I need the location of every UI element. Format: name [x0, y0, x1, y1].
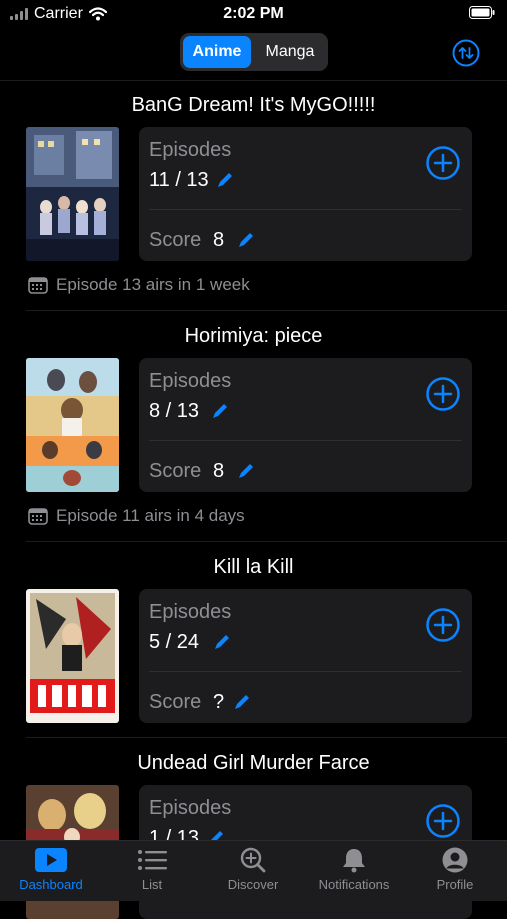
- panel-divider: [149, 209, 462, 210]
- tab-label: Dashboard: [19, 877, 83, 892]
- progress-panel: Episodes 5 / 24 Score ?: [139, 589, 472, 723]
- score-value: 8: [213, 229, 225, 251]
- header-divider: [0, 80, 507, 81]
- tab-label: Notifications: [318, 877, 390, 892]
- poster-image[interactable]: [26, 589, 119, 723]
- score-label: Score: [149, 229, 202, 251]
- bell-icon: [343, 849, 365, 873]
- episodes-value: 8 / 13: [149, 400, 200, 422]
- airing-info: Episode 13 airs in 1 week: [28, 275, 250, 295]
- edit-score-pencil-icon[interactable]: [233, 693, 251, 711]
- edit-episodes-pencil-icon[interactable]: [216, 171, 234, 189]
- status-bar: Carrier 2:02 PM: [0, 0, 507, 28]
- segment-manga[interactable]: Manga: [254, 36, 326, 68]
- entry-title[interactable]: Undead Girl Murder Farce: [0, 752, 507, 775]
- tab-bar: Dashboard List Discover Notifications Pr…: [0, 840, 507, 901]
- calendar-icon: [28, 508, 48, 525]
- entry-divider: [26, 737, 507, 738]
- entry-title[interactable]: BanG Dream! It's MyGO!!!!!: [0, 94, 507, 117]
- entry-divider: [26, 310, 507, 311]
- person-circle-icon: [442, 847, 468, 873]
- episodes-label: Episodes: [149, 370, 232, 392]
- edit-score-pencil-icon[interactable]: [237, 231, 255, 249]
- edit-score-pencil-icon[interactable]: [237, 462, 255, 480]
- edit-episodes-pencil-icon[interactable]: [213, 633, 231, 651]
- tab-notifications[interactable]: Notifications: [304, 847, 404, 892]
- edit-episodes-pencil-icon[interactable]: [211, 402, 229, 420]
- list-icon: [138, 850, 167, 870]
- tab-list[interactable]: List: [102, 847, 202, 892]
- airing-text: Episode 13 airs in 1 week: [56, 275, 250, 294]
- tab-dashboard[interactable]: Dashboard: [1, 847, 101, 892]
- episodes-label: Episodes: [149, 601, 232, 623]
- episodes-value: 5 / 24: [149, 631, 200, 653]
- airing-info: Episode 11 airs in 4 days: [28, 506, 245, 526]
- increment-episode-plus-icon[interactable]: [426, 377, 460, 411]
- episodes-label: Episodes: [149, 139, 232, 161]
- magnifier-plus-icon: [240, 847, 266, 873]
- tab-label: Profile: [436, 877, 474, 892]
- sort-icon[interactable]: [452, 39, 480, 67]
- segment-anime[interactable]: Anime: [183, 36, 251, 68]
- poster-image[interactable]: [26, 358, 119, 492]
- tab-profile[interactable]: Profile: [405, 847, 505, 892]
- progress-panel: Episodes 11 / 13 Score 8: [139, 127, 472, 261]
- progress-panel: Episodes 8 / 13 Score 8: [139, 358, 472, 492]
- airing-text: Episode 11 airs in 4 days: [56, 506, 245, 525]
- increment-episode-plus-icon[interactable]: [426, 146, 460, 180]
- entry-divider: [26, 541, 507, 542]
- media-type-segmented-control: Anime Manga: [180, 33, 328, 71]
- play-rectangle-icon: [35, 848, 67, 872]
- entry-title[interactable]: Horimiya: piece: [0, 325, 507, 348]
- clock: 2:02 PM: [223, 5, 284, 22]
- entry-title[interactable]: Kill la Kill: [0, 556, 507, 579]
- increment-episode-plus-icon[interactable]: [426, 608, 460, 642]
- calendar-icon: [28, 277, 48, 294]
- tab-discover[interactable]: Discover: [203, 847, 303, 892]
- panel-divider: [149, 440, 462, 441]
- tab-label: List: [141, 877, 163, 892]
- episodes-value: 11 / 13: [149, 169, 209, 191]
- battery-icon: [469, 6, 495, 24]
- poster-image[interactable]: [26, 127, 119, 261]
- panel-divider: [149, 671, 462, 672]
- score-label: Score: [149, 691, 202, 713]
- increment-episode-plus-icon[interactable]: [426, 804, 460, 838]
- episodes-label: Episodes: [149, 797, 232, 819]
- tab-label: Discover: [227, 877, 279, 892]
- score-value: 8: [213, 460, 225, 482]
- score-value: ?: [213, 691, 225, 713]
- score-label: Score: [149, 460, 202, 482]
